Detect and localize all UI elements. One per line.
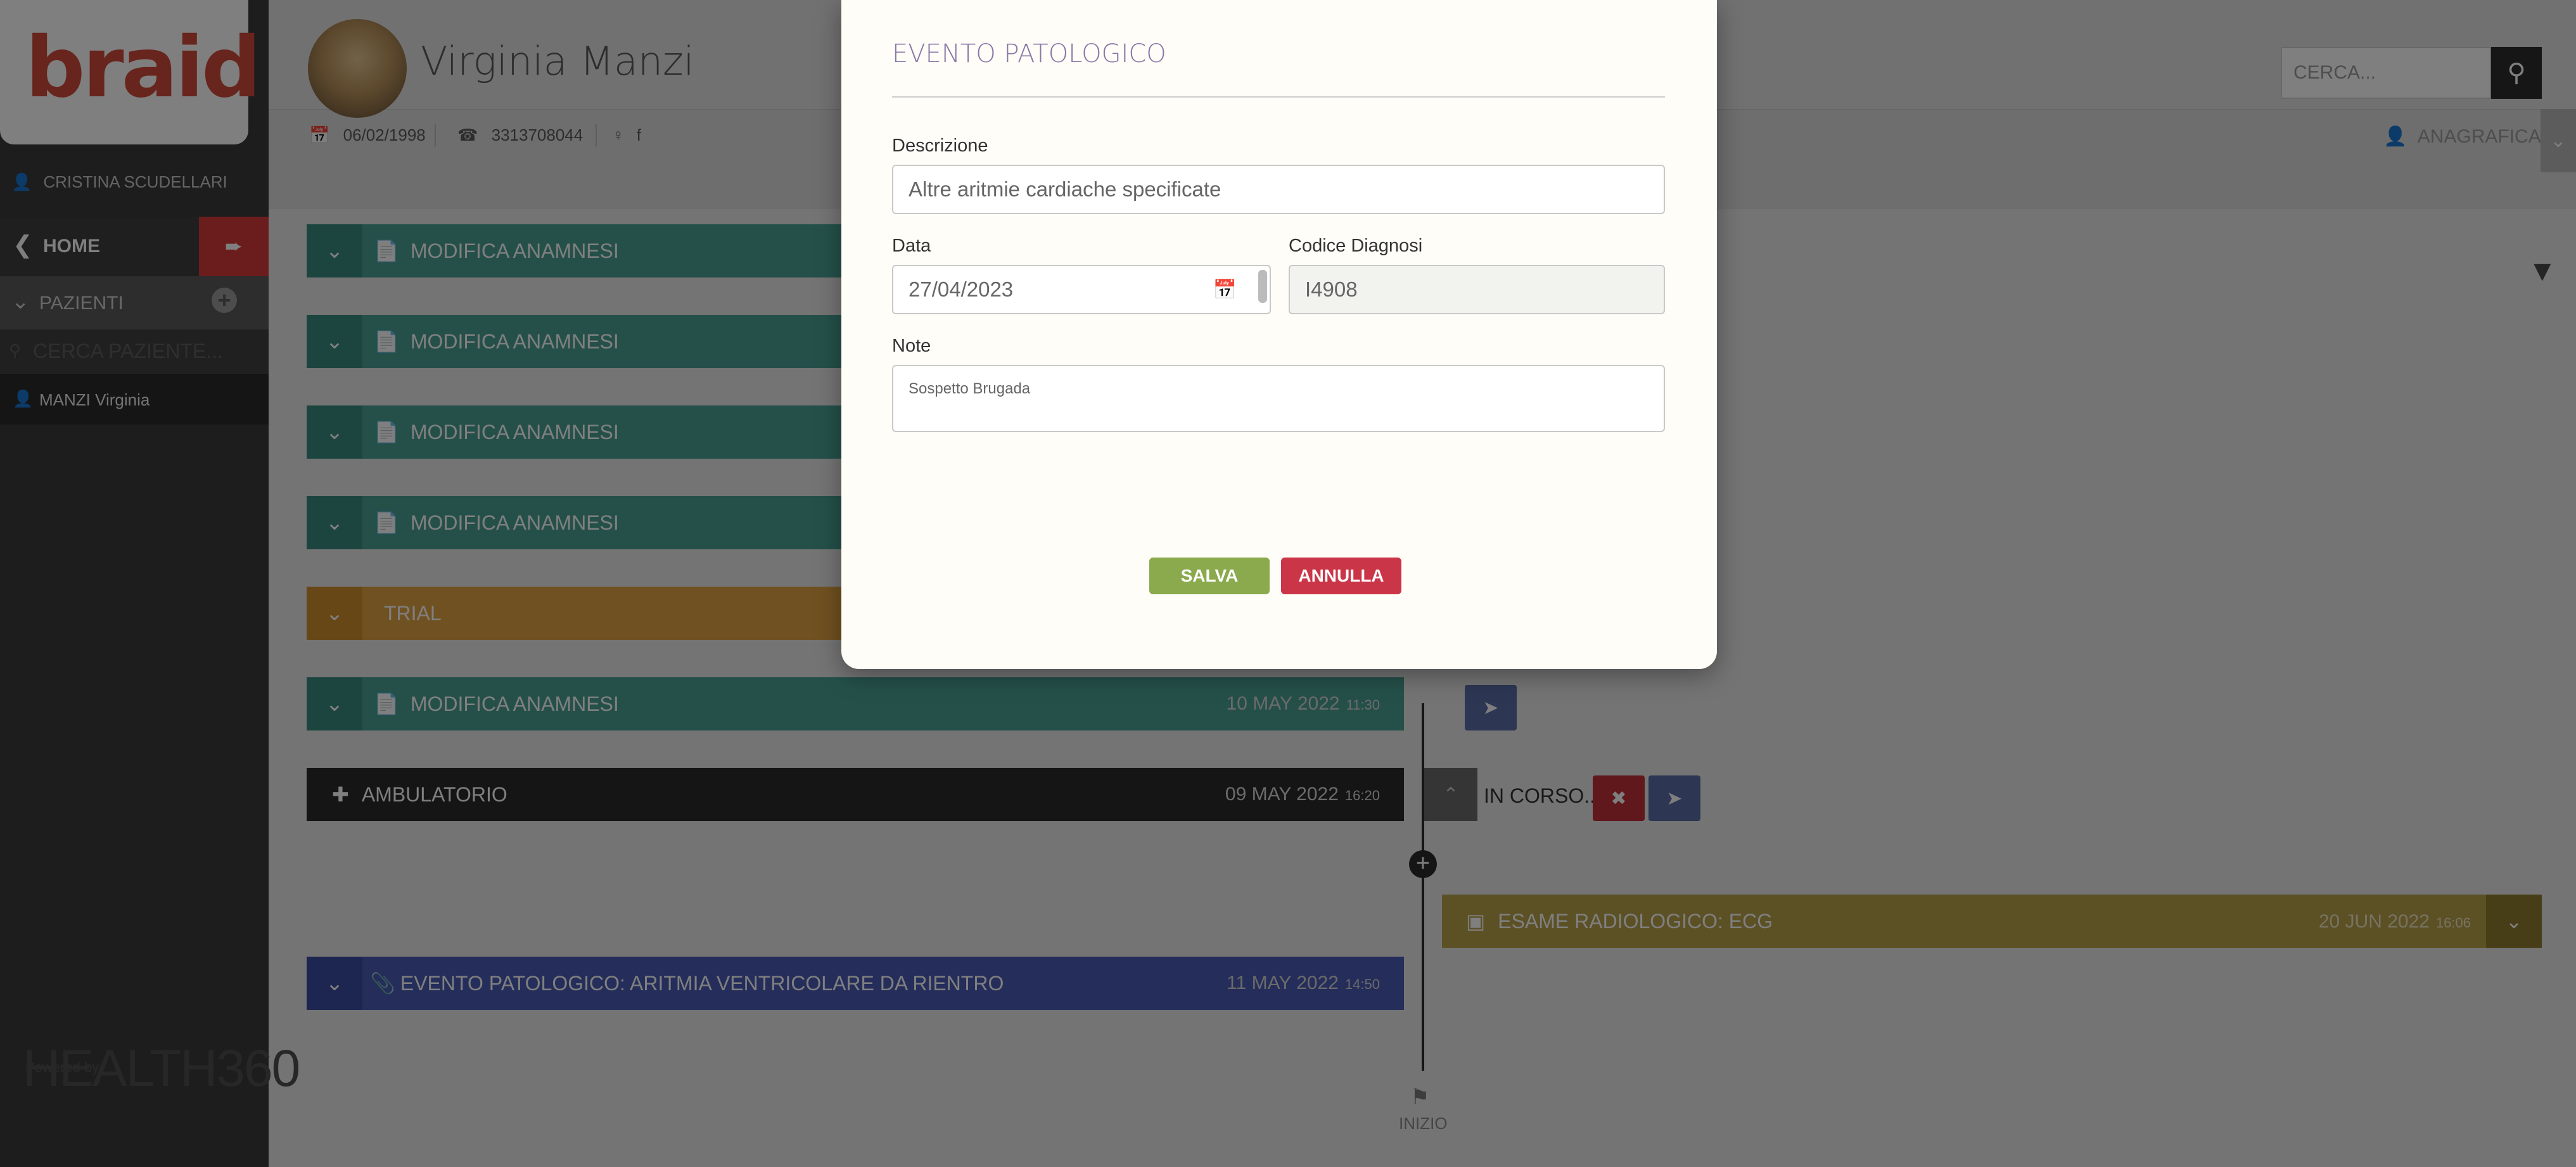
evento-patologico-modal: EVENTO PATOLOGICO Descrizione Altre arit…: [841, 0, 1717, 669]
codice-diagnosi-label: Codice Diagnosi: [1289, 236, 1423, 256]
data-date-input[interactable]: 27/04/2023 📅: [892, 265, 1271, 314]
cancel-button[interactable]: ANNULLA: [1281, 558, 1401, 594]
note-textarea[interactable]: Sospetto Brugada: [892, 365, 1665, 432]
calendar-icon[interactable]: 📅: [1213, 279, 1237, 301]
scrollbar[interactable]: [1258, 270, 1267, 303]
codice-diagnosi-input[interactable]: I4908: [1289, 265, 1665, 314]
descrizione-label: Descrizione: [892, 136, 988, 156]
divider: [892, 96, 1665, 98]
note-label: Note: [892, 336, 931, 356]
note-value: Sospetto Brugada: [909, 380, 1031, 397]
modal-title: EVENTO PATOLOGICO: [892, 39, 1166, 68]
data-label: Data: [892, 236, 931, 256]
data-value: 27/04/2023: [909, 277, 1014, 301]
save-button[interactable]: SALVA: [1149, 558, 1270, 594]
descrizione-input[interactable]: Altre aritmie cardiache specificate: [892, 165, 1665, 214]
